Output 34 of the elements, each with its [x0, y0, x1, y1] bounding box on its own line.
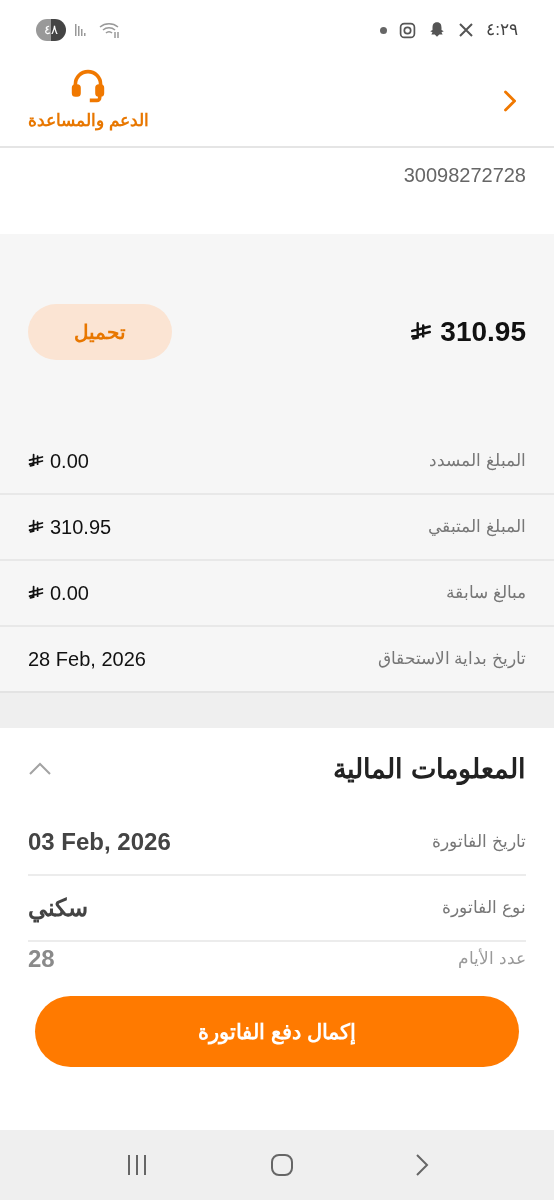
support-button[interactable]: الدعم والمساعدة: [28, 68, 149, 134]
camera-icon: [399, 21, 417, 39]
info-label: تاريخ الفاتورة: [432, 831, 526, 854]
clock-time: ٤:٢٩: [486, 19, 518, 42]
info-value: 28: [28, 945, 55, 973]
info-label: نوع الفاتورة: [442, 897, 526, 920]
summary-value: 310.95: [50, 515, 112, 540]
riyal-icon: [410, 320, 433, 343]
info-label: عدد الأيام: [458, 947, 526, 970]
summary-label: المبلغ المتبقي: [428, 516, 526, 539]
account-number: 30098272728: [403, 164, 526, 186]
x-logo-icon: [458, 22, 475, 38]
riyal-icon: [28, 585, 44, 601]
info-value: سكني: [28, 894, 88, 922]
summary-label: تاريخ بداية الاستحقاق: [377, 648, 526, 671]
wifi-icon: [98, 21, 122, 39]
chevron-right-icon[interactable]: [504, 90, 516, 112]
summary-value: 0.00: [50, 449, 89, 474]
info-value: 03 Feb, 2026: [28, 828, 171, 856]
summary-value: 0.00: [50, 581, 89, 606]
headset-icon[interactable]: [70, 68, 107, 105]
riyal-icon: [28, 519, 44, 535]
home-nav-icon[interactable]: [270, 1153, 294, 1177]
download-button[interactable]: تحميل: [28, 303, 172, 360]
summary-value: 28 Feb, 2026: [28, 647, 146, 672]
back-nav-icon[interactable]: [415, 1153, 430, 1177]
section-title: المعلومات المالية: [333, 752, 526, 787]
summary-label: مبالغ سابقة: [446, 582, 526, 605]
chevron-up-icon[interactable]: [28, 762, 52, 776]
battery-indicator: ٤٨: [36, 19, 66, 41]
riyal-icon: [28, 453, 44, 469]
pay-button[interactable]: إكمال دفع الفاتورة: [35, 996, 519, 1067]
total-amount: 310.95: [440, 314, 526, 349]
summary-label: المبلغ المسدد: [429, 450, 526, 473]
